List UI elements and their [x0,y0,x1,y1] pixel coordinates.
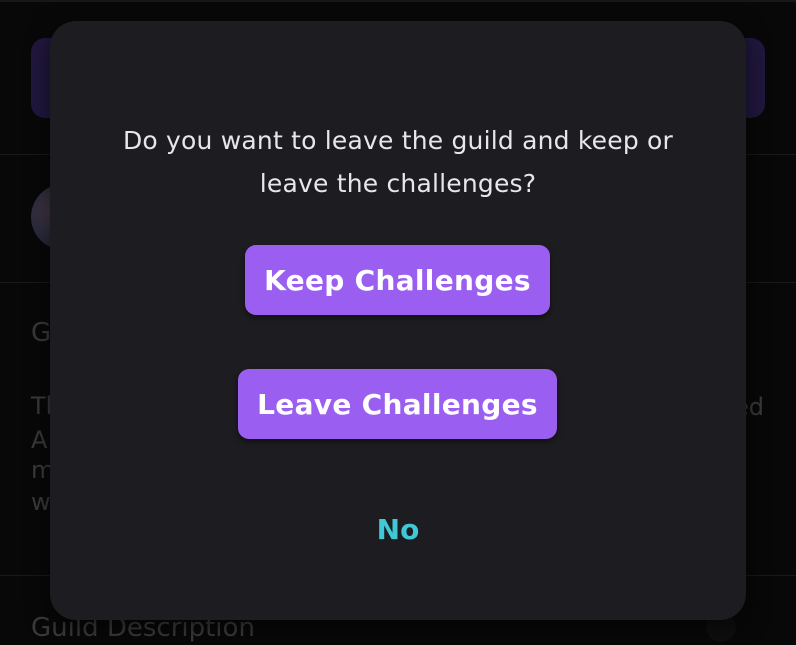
keep-challenges-button[interactable]: Keep Challenges [245,245,550,315]
app-screen: G Th A m w ed Guild Description Do you w… [0,0,796,645]
dialog-message: Do you want to leave the guild and keep … [50,119,746,205]
leave-guild-dialog: Do you want to leave the guild and keep … [50,21,746,620]
leave-challenges-button[interactable]: Leave Challenges [238,369,557,439]
dialog-message-text: Do you want to leave the guild and keep … [122,126,674,198]
no-button[interactable]: No [348,501,448,557]
